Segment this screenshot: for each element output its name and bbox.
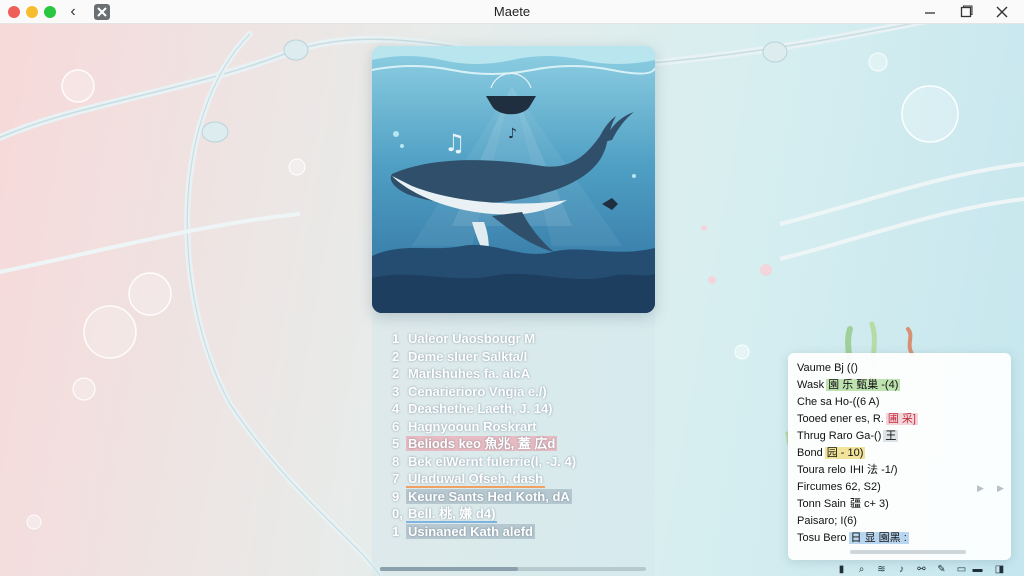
minimize-icon[interactable] — [918, 2, 942, 22]
note-text: Toura relo — [797, 464, 846, 476]
note-tag: 疆 c+ 3) — [849, 498, 889, 510]
track-number: 1 — [392, 331, 400, 346]
notes-scrollbar[interactable] — [850, 550, 966, 554]
note-item[interactable]: Che sa Ho-((6 A) — [797, 394, 1011, 411]
track-title: Ualeor Uaosbougr M — [408, 331, 536, 346]
track-row[interactable]: 8 Bek elWernt fulerrie(l, -J. 4) — [392, 453, 652, 471]
track-number: 2 — [392, 348, 400, 364]
keyboard-icon[interactable]: ▬ — [972, 564, 983, 575]
track-row[interactable]: 2 Deme sluer Salkta/I — [392, 348, 652, 366]
note-tag: IHI 法 -1/) — [849, 464, 898, 476]
track-number: 3 — [392, 383, 400, 399]
playback-progress-bar[interactable] — [380, 567, 646, 571]
track-title: Hagnyooun Roskrart — [408, 418, 537, 434]
track-row[interactable]: 2 Marlshuhes fa. alcA — [392, 365, 652, 383]
track-title: Bell. 桃, 嫌 d4) — [406, 506, 498, 523]
note-item[interactable]: Tonn Sain 疆 c+ 3) — [797, 496, 1011, 513]
album-art: ♫ ♪ — [372, 46, 655, 313]
track-row[interactable]: 6 Hagnyooun Roskrart — [392, 418, 652, 436]
track-row[interactable]: 1 Usinaned Kath alefd — [392, 523, 652, 541]
note-item[interactable]: Toura relo IHI 法 -1/) — [797, 462, 1011, 479]
music-note-icon[interactable]: ♪ — [896, 564, 907, 575]
note-text: Wask — [797, 379, 825, 391]
display-icon[interactable]: ◨ — [994, 564, 1005, 575]
track-number: 0, — [392, 506, 403, 521]
track-row[interactable]: 4 Deashethe Laeth, J. 14) — [392, 400, 652, 418]
track-row[interactable]: 3 Cenarierioro Vngia e./) — [392, 383, 652, 401]
note-item[interactable]: Bond 园 - 10) — [797, 445, 1011, 462]
track-title: Keure Sants Hed Koth, dA — [406, 488, 572, 504]
title-bar: ‹ Maete — [0, 0, 1024, 24]
next-arrow-icon[interactable]: ▶ — [997, 483, 1004, 494]
track-title: Marlshuhes fa. alcA — [408, 366, 531, 381]
track-title: Bek elWernt fulerrie(l, -J. 4) — [408, 453, 577, 469]
note-item[interactable]: Paisaro; I(6) — [797, 513, 1011, 530]
track-title: Usinaned Kath alefd — [406, 523, 535, 539]
link-icon[interactable]: ⚯ — [916, 564, 927, 575]
pen-icon[interactable]: ✎ — [936, 564, 947, 575]
track-row[interactable]: 1 Ualeor Uaosbougr M — [392, 330, 652, 348]
search-icon[interactable]: ⌕ — [856, 564, 867, 575]
note-tag: 王 — [883, 430, 899, 442]
note-text: Tooed ener es, R. — [797, 413, 884, 425]
note-text: Fircumes 62, S2) — [797, 481, 881, 493]
note-tag: 圃 采] — [885, 413, 918, 425]
track-number: 2 — [392, 366, 400, 381]
track-title: Beliods keo 魚兆, 蓋 広d — [406, 436, 558, 451]
track-row[interactable]: 9 Keure Sants Hed Koth, dA — [392, 488, 652, 506]
note-text: Bond — [797, 447, 823, 459]
close-icon[interactable] — [990, 2, 1014, 22]
playback-progress-fill — [380, 567, 519, 571]
notification-icon[interactable]: ▮ — [836, 564, 847, 575]
track-title: Deme sluer Salkta/I — [408, 348, 528, 364]
svg-text:♪: ♪ — [508, 126, 517, 142]
note-item[interactable]: Thrug Raro Ga-() 王 — [797, 428, 1011, 445]
track-title: Uladuwal Ofseh, dash — [406, 471, 546, 488]
note-text: Che sa Ho-((6 A) — [797, 396, 880, 408]
track-row[interactable]: 7 Uladuwal Ofseh, dash — [392, 470, 652, 488]
note-item[interactable]: Tosu Bero 日 显 園黑 : — [797, 530, 1011, 547]
track-number: 5 — [392, 436, 400, 451]
note-text: Paisaro; I(6) — [797, 515, 857, 527]
note-tag: 园 - 10) — [824, 447, 866, 459]
track-list: 1 Ualeor Uaosbougr M 2 Deme sluer Salkta/I 2… — [392, 330, 652, 540]
note-item[interactable]: Wask 園 乐 甄巢 -(4) — [797, 377, 1011, 394]
note-item[interactable]: Tooed ener es, R. 圃 采] — [797, 411, 1011, 428]
play-arrow-icon[interactable]: ▶ — [977, 483, 984, 494]
svg-text:♫: ♫ — [444, 129, 466, 157]
note-text: Vaume Bj (() — [797, 362, 858, 374]
track-row[interactable]: 5 Beliods keo 魚兆, 蓋 広d — [392, 435, 652, 453]
note-item[interactable]: Vaume Bj (() — [797, 360, 1011, 377]
track-number: 6 — [392, 418, 400, 434]
track-number: 8 — [392, 453, 400, 469]
note-tag: 園 乐 甄巢 -(4) — [826, 379, 901, 391]
note-text: Tonn Sain — [797, 498, 846, 510]
track-number: 7 — [392, 471, 400, 486]
track-title: Deashethe Laeth, J. 14) — [408, 401, 553, 416]
track-number: 4 — [392, 401, 400, 416]
notes-panel: Vaume Bj (() Wask 園 乐 甄巢 -(4) Che sa Ho-((6… — [788, 353, 1011, 560]
notes-list: Vaume Bj (() Wask 園 乐 甄巢 -(4) Che sa Ho-((6… — [797, 360, 1011, 547]
note-tag: 日 显 園黑 : — [848, 532, 909, 544]
settings-icon[interactable]: ≋ — [876, 564, 887, 575]
track-number: 9 — [392, 488, 400, 504]
taskbar: ▮ ⌕ ≋ ♪ ⚯ ✎ ▭ ▬ ◨ — [830, 563, 1024, 576]
track-title: Cenarierioro Vngia e./) — [408, 383, 547, 399]
note-text: Thrug Raro Ga-() — [797, 430, 882, 442]
track-number: 1 — [392, 523, 400, 539]
track-row[interactable]: 0, Bell. 桃, 嫌 d4) — [392, 505, 652, 523]
restore-icon[interactable] — [954, 2, 978, 22]
note-text: Tosu Bero — [797, 532, 847, 544]
window-title: Maete — [493, 4, 531, 19]
folder-icon[interactable]: ▭ — [956, 564, 967, 575]
